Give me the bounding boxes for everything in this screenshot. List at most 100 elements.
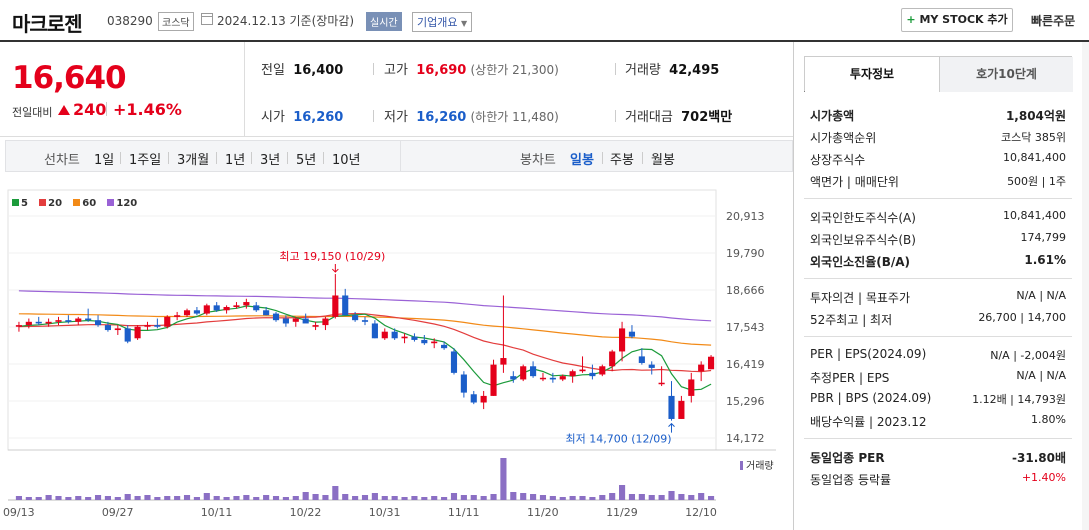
divider xyxy=(615,63,616,75)
upper-limit: (상한가 21,300) xyxy=(470,63,559,77)
candle-body xyxy=(292,318,299,322)
volume-bar xyxy=(154,497,161,500)
info-row-label: 시가총액 xyxy=(810,109,855,123)
tab-1year[interactable]: 1년 xyxy=(225,149,245,168)
candle-body xyxy=(391,331,398,339)
candle-body xyxy=(223,306,230,311)
y-tick-label: 15,296 xyxy=(726,395,765,408)
info-row-value: 코스닥 385위 xyxy=(1001,131,1066,144)
stat-low-value: 16,260 xyxy=(416,110,467,125)
legend-ma60: 60 xyxy=(73,198,96,209)
candle-body xyxy=(55,320,62,322)
tab-10year[interactable]: 10년 xyxy=(332,149,361,168)
info-row-label: 액면가 | 매매단위 xyxy=(810,175,899,189)
tab-3month[interactable]: 3개월 xyxy=(177,149,209,168)
tab-weekly[interactable]: 주봉 xyxy=(610,149,634,168)
volume-bar xyxy=(45,495,52,500)
volume-bar xyxy=(65,497,72,500)
stat-amount-unit: 백만 xyxy=(708,110,733,125)
volume-bar xyxy=(381,496,388,500)
mystock-add-button[interactable]: + MY STOCK 추가 xyxy=(901,8,1013,32)
volume-bar xyxy=(431,496,438,500)
volume-bar xyxy=(35,497,42,500)
divider xyxy=(804,198,1072,199)
candle-body xyxy=(134,326,141,339)
info-row: 시가총액 1,804억원 xyxy=(810,104,1072,126)
divider xyxy=(251,152,252,164)
candle-body xyxy=(174,315,181,317)
tab-5year[interactable]: 5년 xyxy=(296,149,316,168)
candle-body xyxy=(559,376,566,380)
info-row: 동일업종 등락률 +1.40% xyxy=(810,468,1072,490)
volume-bar xyxy=(104,496,111,500)
ma-legend: 5 20 60 120 xyxy=(12,198,145,209)
volume-bar xyxy=(361,495,369,500)
divider xyxy=(804,438,1072,439)
low-annotation: 최저 14,700 (12/09) xyxy=(566,433,672,446)
tab-daily[interactable]: 일봉 xyxy=(570,149,594,168)
candle-body xyxy=(628,331,636,337)
volume-bar xyxy=(678,494,685,500)
y-tick-label: 17,543 xyxy=(726,321,765,334)
stat-low-label: 저가 xyxy=(384,110,408,125)
realtime-button[interactable]: 실시간 xyxy=(366,12,402,31)
volume-bar xyxy=(134,496,141,500)
high-arrow-icon xyxy=(331,264,339,273)
legend-ma5: 5 xyxy=(12,198,28,209)
volume-bar xyxy=(707,496,715,500)
stat-high-label: 고가 xyxy=(384,63,408,78)
volume-bar xyxy=(213,496,220,500)
current-price-box: 16,640 전일대비 240 +1.46% xyxy=(0,42,245,137)
stat-volume: 거래량 42,495 xyxy=(625,59,719,78)
candle-body xyxy=(322,318,329,326)
volume-label: 거래량 xyxy=(746,460,774,472)
volume-bar xyxy=(144,495,151,500)
info-row-value: 1.12배 | 14,793원 xyxy=(972,393,1066,406)
quick-order-link[interactable]: 빠른주문 xyxy=(1031,12,1075,29)
info-row-label: 상장주식수 xyxy=(810,153,866,167)
tab-1day[interactable]: 1일 xyxy=(94,149,114,168)
divider xyxy=(120,152,121,164)
volume-bar xyxy=(312,494,319,500)
info-row-value: N/A | -2,004원 xyxy=(990,349,1066,362)
company-overview-dropdown[interactable]: 기업개요 ▼ xyxy=(412,12,473,32)
tab-3year[interactable]: 3년 xyxy=(260,149,280,168)
candle-chart-label: 봉차트 xyxy=(520,153,556,168)
scrollbar[interactable] xyxy=(1082,42,1089,530)
tab-1week[interactable]: 1주일 xyxy=(129,149,161,168)
candle-body xyxy=(94,320,102,326)
divider xyxy=(400,141,401,171)
info-row-label: PBR | BPS (2024.09) xyxy=(810,391,932,405)
tab-investment-info[interactable]: 투자정보 xyxy=(805,57,939,92)
current-price: 16,640 xyxy=(12,60,127,96)
legend-ma5-label: 5 xyxy=(21,198,28,209)
candle-body xyxy=(114,328,121,331)
volume-bar xyxy=(559,497,566,500)
info-row-label: PER | EPS(2024.09) xyxy=(810,347,927,361)
stat-open-value: 16,260 xyxy=(293,110,344,125)
low-arrow-icon xyxy=(668,422,675,433)
info-row-value: 174,799 xyxy=(1020,231,1067,244)
volume-bar xyxy=(75,496,82,500)
candle-body xyxy=(589,372,596,377)
stat-amount-value: 702 xyxy=(681,110,709,125)
volume-bar xyxy=(352,496,359,500)
volume-bar xyxy=(569,496,576,500)
stock-header: 마크로젠 038290 코스닥 2024.12.13 기준(장마감) 실시간 기… xyxy=(0,0,1089,42)
candle-body xyxy=(65,320,72,322)
tab-orderbook-10[interactable]: 호가10단계 xyxy=(939,57,1073,92)
stock-chart[interactable]: 20,913 19,790 18,666 17,543 16,419 15,296 14,1… xyxy=(0,180,793,530)
volume-bar xyxy=(500,458,507,500)
volume-bar xyxy=(460,495,467,500)
stat-high-value: 16,690 xyxy=(416,63,467,78)
info-row-value: 1.61% xyxy=(1024,253,1066,267)
candle-body xyxy=(124,328,131,342)
info-row: 외국인소진율(B/A) 1.61% xyxy=(810,250,1072,272)
candle-body xyxy=(480,395,487,403)
legend-swatch xyxy=(39,199,47,206)
candle-body xyxy=(144,325,151,327)
stock-code: 038290 xyxy=(107,14,153,28)
candle-body xyxy=(243,302,250,306)
tab-monthly[interactable]: 월봉 xyxy=(651,149,675,168)
info-row-value: 10,841,400 xyxy=(1003,209,1066,222)
